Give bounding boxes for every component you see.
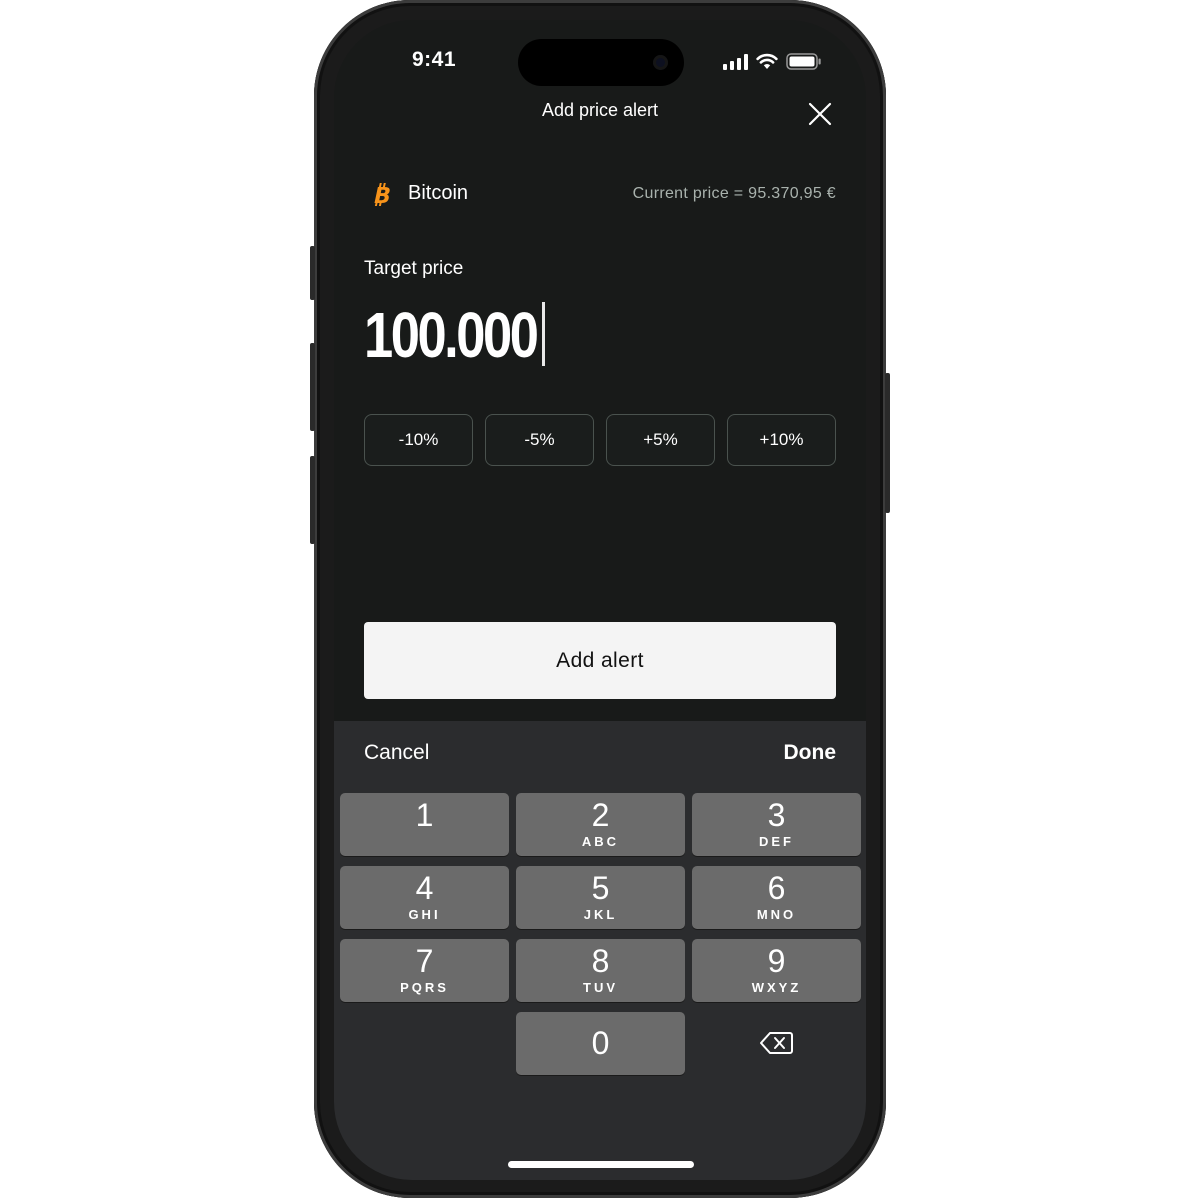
action-button [310,246,315,300]
key-number: 3 [767,797,786,833]
close-button[interactable] [804,98,836,130]
key-1[interactable]: 1 [340,793,509,856]
dynamic-island [518,39,684,86]
wifi-icon [756,53,778,69]
key-2[interactable]: 2 ABC [516,793,685,856]
asset-row: B Bitcoin Current price = 95.370,95 € [364,178,836,212]
power-button [885,373,890,513]
key-9[interactable]: 9 WXYZ [692,939,861,1002]
close-icon [808,102,832,126]
keyboard-done-button[interactable]: Done [784,741,837,765]
add-alert-button[interactable]: Add alert [364,622,836,699]
key-number: 5 [591,870,610,906]
minus-5-percent-button[interactable]: -5% [485,414,594,466]
key-3[interactable]: 3 DEF [692,793,861,856]
key-8[interactable]: 8 TUV [516,939,685,1002]
key-6[interactable]: 6 MNO [692,866,861,929]
target-price-input[interactable]: 100.000 [364,299,574,371]
current-price: Current price = 95.370,95 € [632,185,836,202]
home-indicator [508,1161,694,1168]
cellular-signal-icon [723,54,748,70]
key-letters: WXYZ [751,980,802,995]
plus-10-percent-button[interactable]: +10% [727,414,836,466]
percent-adjust-row: -10% -5% +5% +10% [364,414,836,466]
front-camera [653,55,668,70]
key-4[interactable]: 4 GHI [340,866,509,929]
backspace-icon [760,1032,793,1054]
app-screen: 9:41 Add price alert B Bitcoin Current p… [334,20,866,1180]
text-caret [542,302,545,366]
key-letters: TUV [583,980,618,995]
bitcoin-icon: B [371,183,392,208]
key-number: 6 [767,870,786,906]
status-time: 9:41 [411,48,457,71]
key-number: 1 [415,797,434,833]
target-price-value: 100.000 [364,299,539,371]
asset-name: Bitcoin [408,182,469,204]
page-title: Add price alert [541,100,659,120]
key-number: 7 [415,943,434,979]
key-letters: MNO [756,907,797,922]
keyboard-cancel-button[interactable]: Cancel [364,741,429,765]
svg-text:B: B [371,183,392,208]
key-letters: ABC [581,834,620,849]
minus-10-percent-button[interactable]: -10% [364,414,473,466]
key-letters: GHI [408,907,441,922]
target-price-label: Target price [364,258,464,279]
key-number: 8 [591,943,610,979]
key-letters: DEF [759,834,794,849]
key-number: 9 [767,943,786,979]
key-0[interactable]: 0 [516,1012,685,1075]
battery-icon [786,53,821,70]
status-icons [723,52,822,70]
backspace-key[interactable] [759,1029,795,1057]
key-letters: JKL [583,907,618,922]
volume-up-button [310,343,315,431]
key-5[interactable]: 5 JKL [516,866,685,929]
key-7[interactable]: 7 PQRS [340,939,509,1002]
plus-5-percent-button[interactable]: +5% [606,414,715,466]
key-number: 4 [415,870,434,906]
key-number: 2 [591,797,610,833]
key-letters: PQRS [400,980,449,995]
numeric-keyboard: Cancel Done 1 2 ABC 3 DEF 4 GHI 5 JKL 6 … [334,721,866,1180]
volume-down-button [310,456,315,544]
key-number: 0 [591,1025,610,1061]
